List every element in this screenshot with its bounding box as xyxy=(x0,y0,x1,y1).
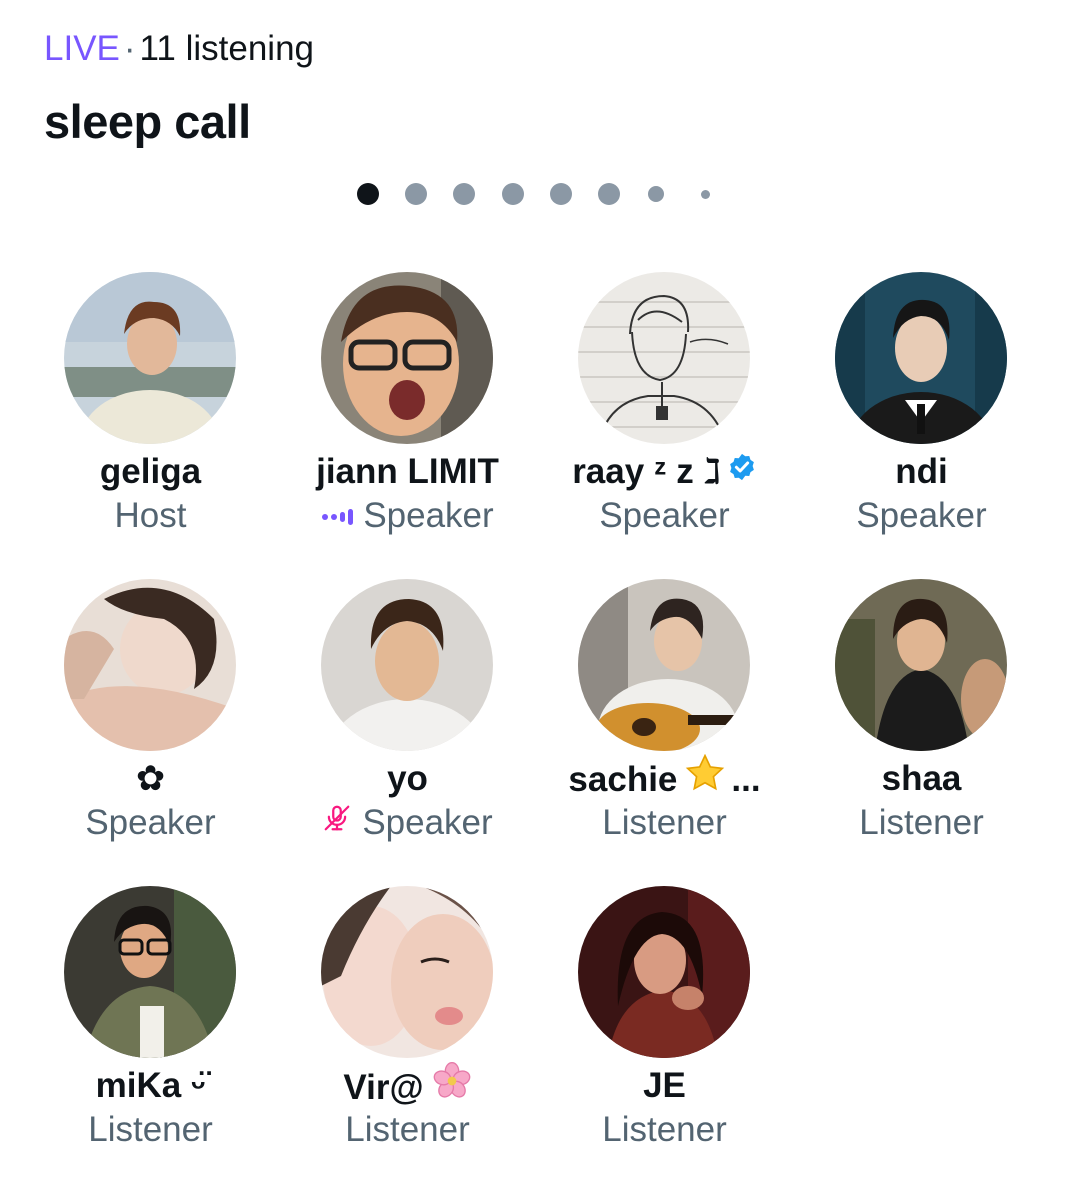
avatar[interactable] xyxy=(321,886,493,1058)
participant-role: Speaker xyxy=(362,803,493,842)
participant-grid: geliga Host jiann LIMIT Speaker raay ᶻ z… xyxy=(22,272,1050,1193)
page-dot-3[interactable] xyxy=(453,183,475,205)
avatar[interactable] xyxy=(64,272,236,444)
participant-role: Listener xyxy=(602,1110,727,1149)
avatar[interactable] xyxy=(321,272,493,444)
verified-badge-icon xyxy=(727,449,757,493)
space-status: LIVE · 11 listening xyxy=(44,26,314,72)
participant-card[interactable]: ndi Speaker xyxy=(793,272,1050,579)
participant-name: ✿ xyxy=(135,759,166,798)
participant-name: ndi xyxy=(895,452,948,491)
avatar[interactable] xyxy=(578,579,750,751)
participant-name: jiann LIMIT xyxy=(316,452,499,491)
avatar[interactable] xyxy=(835,579,1007,751)
participant-name-row: raay ᶻ z ℷ xyxy=(536,450,793,496)
participant-name: Vir@ xyxy=(343,1067,424,1107)
participant-card[interactable]: geliga Host xyxy=(22,272,279,579)
participant-card[interactable]: ✿ Speaker xyxy=(22,579,279,886)
participant-name: shaa xyxy=(881,759,962,798)
muted-mic-icon xyxy=(322,800,352,844)
participant-role: Listener xyxy=(859,803,984,842)
avatar[interactable] xyxy=(578,272,750,444)
avatar[interactable] xyxy=(321,579,493,751)
participant-name: JE xyxy=(643,1066,686,1105)
participant-role: Speaker xyxy=(363,496,494,535)
page-dot-8[interactable] xyxy=(701,190,710,199)
speaking-icon xyxy=(321,493,354,537)
avatar[interactable] xyxy=(64,579,236,751)
participant-card[interactable]: miKa ᵕ̈ Listener xyxy=(22,886,279,1193)
page-indicator[interactable] xyxy=(0,176,1073,212)
participant-role: Listener xyxy=(345,1110,470,1149)
name-overflow: ... xyxy=(731,759,761,799)
participant-name: miKa ᵕ̈ xyxy=(95,1066,206,1105)
listener-count: 11 listening xyxy=(139,29,315,68)
page-dot-6[interactable] xyxy=(598,183,620,205)
participant-card[interactable]: jiann LIMIT Speaker xyxy=(279,272,536,579)
page-dot-7[interactable] xyxy=(648,186,664,202)
star-emoji-icon xyxy=(685,753,725,803)
participant-role: Speaker xyxy=(856,496,987,535)
participant-name: geliga xyxy=(99,452,202,491)
page-dot-5[interactable] xyxy=(550,183,572,205)
participant-name: sachie xyxy=(568,759,678,799)
participant-card[interactable]: sachie... Listener xyxy=(536,579,793,886)
participant-role: Listener xyxy=(88,1110,213,1149)
participant-name-row: sachie... xyxy=(536,753,793,806)
page-dot-4[interactable] xyxy=(502,183,524,205)
participant-card[interactable]: raay ᶻ z ℷ Speaker xyxy=(536,272,793,579)
page-dot-1[interactable] xyxy=(357,183,379,205)
participant-card[interactable]: yo Speaker xyxy=(279,579,536,886)
participant-card[interactable]: shaa Listener xyxy=(793,579,1050,886)
avatar[interactable] xyxy=(835,272,1007,444)
live-label: LIVE xyxy=(44,29,120,68)
page-dot-2[interactable] xyxy=(405,183,427,205)
cherry-blossom-emoji-icon xyxy=(432,1061,472,1112)
participant-role: Speaker xyxy=(85,803,216,842)
avatar[interactable] xyxy=(64,886,236,1058)
participant-role-row: Speaker xyxy=(279,494,536,540)
participant-role: Listener xyxy=(602,803,727,842)
participant-role: Speaker xyxy=(599,496,730,535)
participant-name: raay ᶻ z ℷ xyxy=(572,452,721,491)
avatar[interactable] xyxy=(578,886,750,1058)
space-title: sleep call xyxy=(44,95,251,148)
participant-card[interactable]: Vir@ Listener xyxy=(279,886,536,1193)
participant-name: yo xyxy=(387,759,428,798)
separator: · xyxy=(123,29,136,68)
participant-card[interactable]: JE Listener xyxy=(536,886,793,1193)
participant-role-row: Speaker xyxy=(279,801,536,847)
participant-role: Host xyxy=(114,496,187,535)
